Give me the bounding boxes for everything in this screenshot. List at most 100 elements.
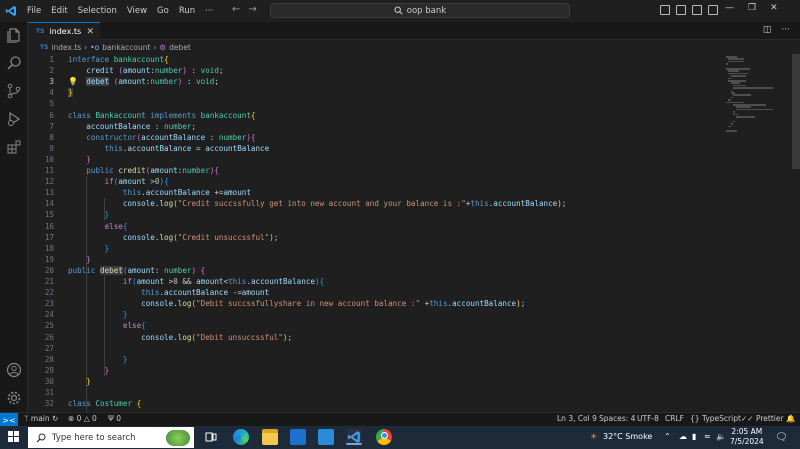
windows-start-icon[interactable] xyxy=(8,431,20,443)
breadcrumb: TS index.ts › •o bankaccount › ⚙ debet xyxy=(40,42,191,53)
more-actions-icon[interactable]: ··· xyxy=(781,25,790,35)
cursor-position[interactable]: Ln 3, Col 9 xyxy=(557,414,597,423)
account-icon[interactable] xyxy=(6,362,22,378)
remote-indicator-icon[interactable]: >< xyxy=(0,413,18,427)
menu-run[interactable]: Run xyxy=(174,6,200,16)
chevron-up-icon[interactable]: ⌃ xyxy=(664,432,671,441)
menu-file[interactable]: File xyxy=(22,6,46,16)
notification-center-icon[interactable]: 🗨 xyxy=(775,432,788,443)
source-control-icon[interactable] xyxy=(6,83,22,99)
code-line: 16 else{ xyxy=(44,221,128,231)
breadcrumb-file[interactable]: index.ts xyxy=(51,43,81,52)
chrome-icon[interactable] xyxy=(376,429,392,445)
notifications-bell-icon[interactable]: 🔔 xyxy=(786,414,795,423)
breadcrumb-symbol-debet[interactable]: debet xyxy=(169,43,191,52)
code-line: 6 class Bankaccount implements bankaccoun… xyxy=(49,110,256,120)
toggle-secondary-sidebar-icon[interactable] xyxy=(692,5,702,15)
language-mode[interactable]: {} TypeScript xyxy=(690,414,741,423)
clock-time: 2:05 AM xyxy=(731,427,763,436)
command-center-search[interactable]: oop bank xyxy=(270,3,570,18)
typescript-file-icon: TS xyxy=(36,28,45,35)
store-icon[interactable] xyxy=(290,429,306,445)
split-editor-icon[interactable]: ◫ xyxy=(763,25,772,35)
minimap-line xyxy=(728,125,731,128)
battery-icon[interactable]: ▮ xyxy=(692,432,696,441)
close-icon[interactable]: ✕ xyxy=(86,27,94,37)
minimap-line xyxy=(728,70,740,72)
minimap-line xyxy=(726,68,751,70)
vscode-logo-icon xyxy=(0,0,22,22)
code-editor[interactable]: 1 interface bankaccount{ 2 credit (amount… xyxy=(28,54,724,441)
minimap-line xyxy=(733,87,773,89)
breadcrumb-symbol-bankaccount[interactable]: bankaccount xyxy=(102,43,150,52)
restore-icon[interactable]: ❐ xyxy=(748,3,756,13)
mail-icon[interactable] xyxy=(318,429,334,445)
menu-go[interactable]: Go xyxy=(152,6,174,16)
minimize-icon[interactable]: — xyxy=(725,3,734,13)
tab-index-ts[interactable]: TS index.ts ✕ xyxy=(28,22,100,40)
prettier-status[interactable]: ✓✓ Prettier xyxy=(741,414,784,423)
forward-arrow-icon[interactable]: → xyxy=(248,4,256,15)
weather-text[interactable]: 32°C Smoke xyxy=(603,432,652,441)
minimap-line xyxy=(726,56,737,58)
method-symbol-icon: ⚙ xyxy=(159,43,167,52)
run-debug-icon[interactable] xyxy=(6,111,22,127)
encoding[interactable]: UTF-8 xyxy=(637,414,659,423)
taskbar-search[interactable]: Type here to search xyxy=(28,427,194,448)
vertical-scrollbar[interactable] xyxy=(792,54,800,169)
minimap-line xyxy=(733,120,736,123)
code-line: 4} xyxy=(49,88,73,98)
indentation[interactable]: Spaces: 4 xyxy=(599,414,635,423)
wifi-icon[interactable]: ≈ xyxy=(704,432,711,441)
file-explorer-icon[interactable] xyxy=(262,429,278,445)
volume-icon[interactable]: 🔈 xyxy=(716,432,726,441)
minimap-line xyxy=(730,89,733,92)
menu-more[interactable]: ··· xyxy=(200,6,218,16)
back-arrow-icon[interactable]: ← xyxy=(232,4,240,15)
search-icon xyxy=(394,6,403,15)
layout-controls xyxy=(660,5,718,15)
settings-gear-icon[interactable] xyxy=(6,390,22,406)
vscode-taskbar-icon[interactable] xyxy=(346,429,362,445)
clock[interactable]: 2:05 AM 7/5/2024 xyxy=(730,427,764,447)
code-line: 15 } xyxy=(44,210,110,220)
code-line: 32 class Costumer { xyxy=(44,399,142,409)
weather-icon[interactable]: ☀ xyxy=(590,432,597,441)
menu-edit[interactable]: Edit xyxy=(46,6,72,16)
menu-selection[interactable]: Selection xyxy=(73,6,122,16)
minimap-line xyxy=(726,130,737,132)
code-line: 20 public debet(amount: number) { xyxy=(44,265,206,275)
code-line: 8 constructor(accountBalance : number){ xyxy=(49,132,256,142)
search-icon[interactable] xyxy=(6,55,22,71)
toggle-primary-sidebar-icon[interactable] xyxy=(660,5,670,15)
explorer-icon[interactable] xyxy=(6,27,22,43)
minimap-line xyxy=(735,116,756,118)
minimap-line xyxy=(733,111,736,113)
branch-indicator[interactable]: ᛉ main ↻ xyxy=(24,414,58,423)
editor-actions: ◫ ··· xyxy=(763,25,790,35)
customize-layout-icon[interactable] xyxy=(708,5,718,15)
end-of-line[interactable]: CRLF xyxy=(665,414,684,423)
minimap[interactable] xyxy=(724,54,792,412)
code-line: 1 interface bankaccount{ xyxy=(49,55,169,64)
problems-indicator[interactable]: ⊗ 0 △ 0 xyxy=(68,414,97,423)
task-view-icon[interactable] xyxy=(203,429,219,445)
tab-label: index.ts xyxy=(49,27,82,36)
minimap-line xyxy=(730,96,733,99)
menu-view[interactable]: View xyxy=(122,6,152,16)
edge-icon[interactable] xyxy=(233,429,249,445)
code-line: 18 } xyxy=(44,243,110,253)
code-line: 25 else{ xyxy=(44,321,146,331)
close-window-icon[interactable]: ✕ xyxy=(770,3,778,13)
toggle-panel-icon[interactable] xyxy=(676,5,686,15)
ports-indicator[interactable]: Ψ 0 xyxy=(108,414,121,423)
navigation-arrows: ← → xyxy=(232,4,257,15)
code-line: 24 } xyxy=(44,310,128,320)
minimap-line xyxy=(726,101,744,104)
onedrive-icon[interactable]: ☁ xyxy=(679,432,687,441)
code-line: 28 } xyxy=(44,354,128,364)
minimap-line xyxy=(730,92,736,94)
minimap-line xyxy=(728,80,746,82)
typescript-file-icon: TS xyxy=(40,44,49,51)
extensions-icon[interactable] xyxy=(6,139,22,155)
